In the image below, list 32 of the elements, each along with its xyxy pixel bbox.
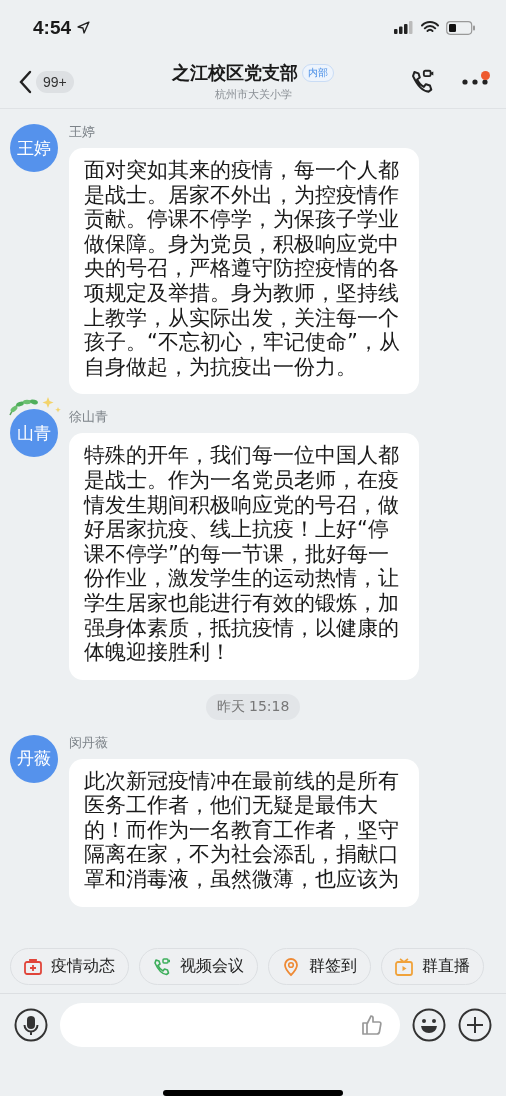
signal-icon bbox=[394, 21, 414, 34]
phone-camera-icon bbox=[152, 956, 172, 977]
sender-name: 徐山青 bbox=[69, 408, 109, 427]
shortcut-chip[interactable]: 视频会议 bbox=[139, 948, 258, 985]
internal-tag: 内部 bbox=[302, 64, 334, 82]
thumbs-up-icon[interactable] bbox=[360, 1013, 384, 1037]
message-bubble: 特殊的开年，我们每一位中国人都是战士。作为一名党员老师，在疫情发生期间积极响应党的号召，做好居家抗疫、线上抗疫！上好“停课不停学”的每一节课，批好每一份作业，激发学生的运动热情，让学生居家也能进行有效的锻炼，加强身体素质，抵抗疫情，以健康的体魄迎接胜利！ bbox=[69, 433, 419, 680]
add-icon[interactable] bbox=[458, 1008, 492, 1042]
battery-icon bbox=[446, 20, 476, 35]
status-time: 4:54 bbox=[33, 16, 72, 39]
timestamp: 昨天 15:18 bbox=[205, 693, 301, 720]
tv-icon bbox=[394, 956, 414, 977]
more-icon[interactable] bbox=[462, 78, 488, 85]
unread-count[interactable]: 99+ bbox=[36, 70, 74, 93]
chat-title: 之江校区党支部 bbox=[172, 61, 298, 85]
message-input[interactable] bbox=[60, 1003, 400, 1047]
shortcut-chip[interactable]: 群直播 bbox=[381, 948, 484, 985]
location-arrow-icon bbox=[77, 21, 91, 34]
shortcut-chip[interactable]: 疫情动态 bbox=[10, 948, 129, 985]
message-bubble: 此次新冠疫情冲在最前线的是所有医务工作者，他们无疑是最伟大的！而作为一名教育工作者，坚守隔离在家，不为社会添乱，捐献口罩和消毒液，虽然微薄，也应该为 bbox=[69, 758, 419, 907]
shortcut-chip[interactable]: 群签到 bbox=[268, 948, 371, 985]
sender-name: 闵丹薇 bbox=[69, 733, 109, 752]
location-pin-icon bbox=[281, 956, 301, 977]
back-icon[interactable] bbox=[18, 69, 32, 94]
message-bubble: 面对突如其来的疫情，每一个人都是战士。居家不外出，为控疫情作贡献。停课不停学，为保孩子学业做保障。身为党员，积极响应党中央的号召，严格遵守防控疫情的各项规定及举措。身为教师，坚持线上教学，从实际出发，关注每一个孩子。“不忘初心，牢记使命”，从自身做起，为抗疫出一份力。 bbox=[69, 148, 419, 395]
emoji-icon[interactable] bbox=[412, 1008, 446, 1042]
microphone-icon[interactable] bbox=[14, 1008, 48, 1042]
medical-kit-icon bbox=[23, 956, 43, 977]
chat-subtitle: 杭州市大关小学 bbox=[214, 87, 292, 102]
phone-camera-icon[interactable] bbox=[409, 68, 436, 95]
wifi-icon bbox=[421, 21, 439, 34]
sender-name: 王婷 bbox=[69, 123, 96, 141]
